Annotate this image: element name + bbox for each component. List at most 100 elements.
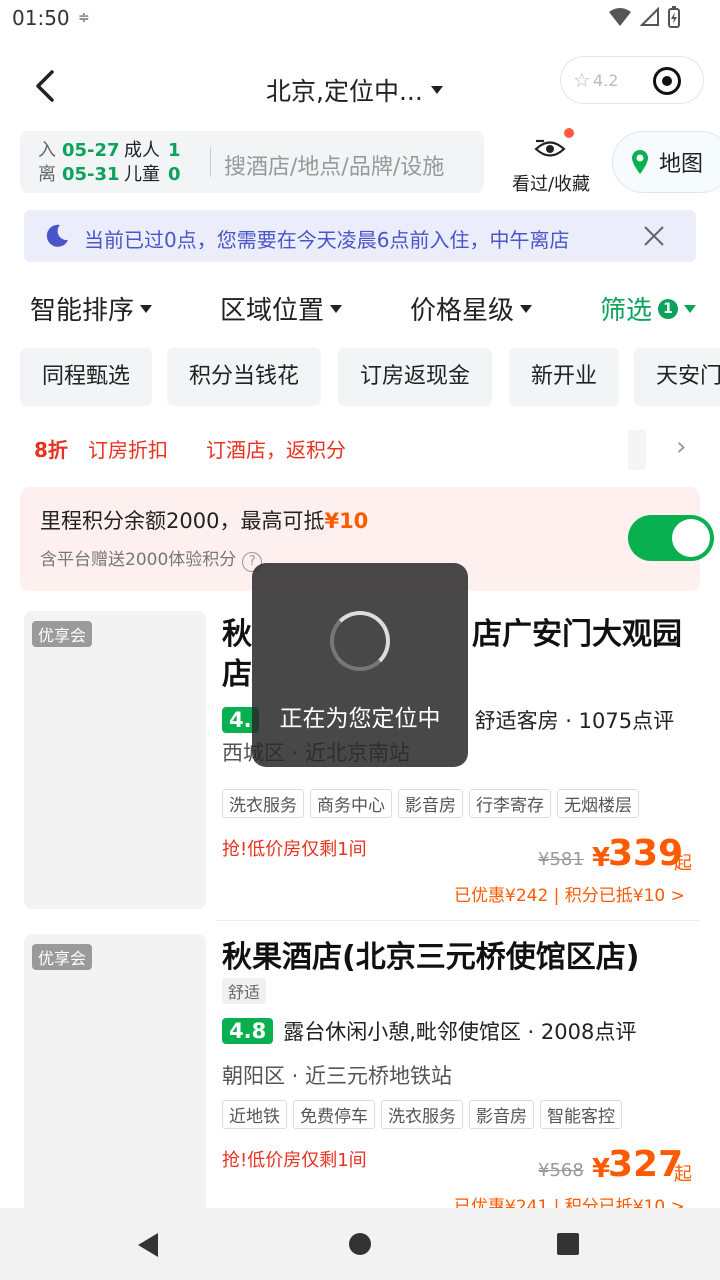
amenity-tag: 洗衣服务	[381, 1100, 463, 1129]
chip[interactable]: 新开业	[509, 348, 620, 406]
filter-label: 筛选	[600, 296, 653, 326]
chevron-right-icon[interactable]: ›	[676, 432, 686, 462]
children-label: 儿童	[124, 164, 160, 185]
points-note: 含平台赠送2000体验积分?	[40, 545, 263, 572]
filter-sort[interactable]: 智能排序	[30, 290, 153, 327]
fade-overlay	[628, 430, 646, 470]
member-tag: 优享会	[32, 621, 93, 647]
filter-label: 价格星级	[410, 296, 515, 326]
map-button[interactable]: 地图	[612, 131, 720, 193]
filter-area[interactable]: 区域位置	[220, 290, 343, 327]
points-note-text: 含平台赠送2000体验积分	[40, 550, 237, 570]
star-icon: ☆	[573, 68, 591, 92]
home-circle-icon[interactable]	[348, 1232, 372, 1256]
chevron-down-icon	[140, 304, 153, 313]
promo-discount[interactable]: 8折	[34, 434, 68, 463]
price-suffix: 起	[674, 1164, 692, 1185]
member-tag: 优享会	[32, 944, 93, 970]
review-text: 露台休闲小憩,毗邻使馆区 · 2008点评	[283, 1020, 637, 1044]
filter-bar: 智能排序 区域位置 价格星级 筛选 1	[0, 290, 720, 330]
city-selector[interactable]: 北京,定位中...	[266, 72, 443, 108]
checkin-label: 入	[38, 140, 56, 161]
hotel-card[interactable]: 优享会 秋果酒店(北京三元桥使馆区店) 舒适 4.8 露台休闲小憩,毗邻使馆区 …	[0, 934, 720, 1208]
page-title: 北京,定位中...	[266, 77, 423, 106]
chip[interactable]: 同程甄选	[20, 348, 153, 406]
mini-program-capsule[interactable]: ☆ 4.2	[560, 56, 704, 104]
status-icons	[608, 6, 680, 28]
amenity-tag: 商务中心	[310, 789, 392, 818]
date-picker[interactable]: 入 05-27 离 05-31	[38, 139, 120, 187]
promo-item[interactable]: 订房折扣	[88, 434, 168, 463]
close-icon[interactable]	[642, 224, 666, 248]
recents-square-icon[interactable]	[556, 1232, 580, 1256]
quick-filter-chips: 同程甄选 积分当钱花 订房返现金 新开业 天安门	[0, 348, 720, 406]
points-amount: ¥10	[324, 509, 369, 533]
adults-count: 1	[168, 140, 181, 161]
target-icon[interactable]	[653, 67, 681, 95]
hotel-image[interactable]: 优享会	[24, 934, 206, 1208]
search-input[interactable]: 搜酒店/地点/品牌/设施	[224, 149, 444, 181]
chip[interactable]: 积分当钱花	[167, 348, 322, 406]
score-badge: 4.8	[222, 1018, 274, 1044]
search-divider	[210, 147, 211, 177]
back-arrow-icon[interactable]	[30, 68, 60, 104]
favorites-label: 看过/收藏	[511, 174, 591, 195]
loading-spinner-icon	[330, 611, 390, 671]
amenity-tag: 智能客控	[540, 1100, 622, 1129]
amenity-tags: 洗衣服务 商务中心 影音房 行李寄存 无烟楼层	[222, 789, 639, 818]
hotel-price: 339	[608, 833, 684, 874]
rating-row: 4.8 露台休闲小憩,毗邻使馆区 · 2008点评	[222, 1016, 636, 1046]
hotel-name-line2: 店	[222, 657, 252, 692]
promo-item[interactable]: 订酒店，返积分	[206, 434, 346, 463]
hotel-image[interactable]: 优享会	[24, 611, 206, 909]
history-favorites-button[interactable]: 看过/收藏	[506, 128, 596, 195]
chevron-down-icon	[684, 304, 697, 313]
urgency-text: 抢!低价房仅剩1间	[222, 1150, 367, 1171]
toast-message: 正在为您定位中	[279, 706, 441, 732]
battery-icon	[668, 6, 680, 28]
eye-icon	[534, 139, 566, 157]
amenity-tag: 行李寄存	[469, 789, 551, 818]
loading-toast: 正在为您定位中	[252, 563, 468, 767]
moon-icon	[46, 224, 68, 247]
amenity-tags: 近地铁 免费停车 洗衣服务 影音房 智能客控	[222, 1100, 622, 1129]
points-toggle[interactable]	[628, 515, 714, 561]
savings-text[interactable]: 已优惠¥241 | 积分已抵¥10 >	[454, 1192, 685, 1208]
status-bar: 01:50 ≑	[0, 0, 720, 40]
hotel-location: 朝阳区 · 近三元桥地铁站	[222, 1064, 453, 1088]
original-price: ¥568	[538, 1160, 584, 1181]
review-text: 舒适客房 · 1075点评	[474, 709, 675, 733]
search-bar[interactable]: 入 05-27 离 05-31 成人 1 儿童 0 搜酒店/地点/品牌/设施	[20, 131, 484, 193]
amenity-tag: 近地铁	[222, 1100, 287, 1129]
amenity-tag: 影音房	[469, 1100, 534, 1129]
chevron-down-icon	[330, 304, 343, 313]
guest-picker[interactable]: 成人 1 儿童 0	[124, 139, 181, 187]
system-nav-bar	[0, 1208, 720, 1280]
points-text: 里程积分余额2000，最高可抵¥10	[40, 505, 368, 535]
chip[interactable]: 订房返现金	[338, 348, 493, 406]
adults-label: 成人	[124, 140, 160, 161]
promo-row: 8折 订房折扣 订酒店，返积分 ›	[0, 430, 720, 470]
filter-price-star[interactable]: 价格星级	[410, 290, 533, 327]
checkin-date: 05-27	[62, 140, 120, 161]
price-suffix: 起	[674, 853, 692, 874]
late-checkin-notice: 当前已过0点，您需要在今天凌晨6点前入住，中午离店	[24, 210, 696, 262]
amenity-tag: 影音房	[398, 789, 463, 818]
filter-more[interactable]: 筛选 1	[600, 290, 697, 327]
filter-label: 区域位置	[220, 296, 325, 326]
filter-label: 智能排序	[30, 296, 135, 326]
location-pin-icon	[632, 150, 648, 174]
signal-icon	[640, 7, 659, 26]
hotel-category: 舒适	[222, 978, 267, 1004]
chevron-down-icon	[520, 304, 533, 313]
hotel-name: 秋果酒店(北京三元桥使馆区店)	[222, 940, 640, 975]
original-price: ¥581	[538, 849, 584, 870]
back-triangle-icon[interactable]	[136, 1232, 160, 1258]
hotel-price: 327	[608, 1144, 684, 1185]
amenity-tag: 无烟楼层	[557, 789, 639, 818]
amenity-tag: 免费停车	[293, 1100, 375, 1129]
children-count: 0	[168, 164, 181, 185]
savings-text[interactable]: 已优惠¥242 | 积分已抵¥10 >	[454, 881, 685, 906]
chip[interactable]: 天安门	[634, 348, 720, 406]
map-label: 地图	[659, 152, 704, 177]
